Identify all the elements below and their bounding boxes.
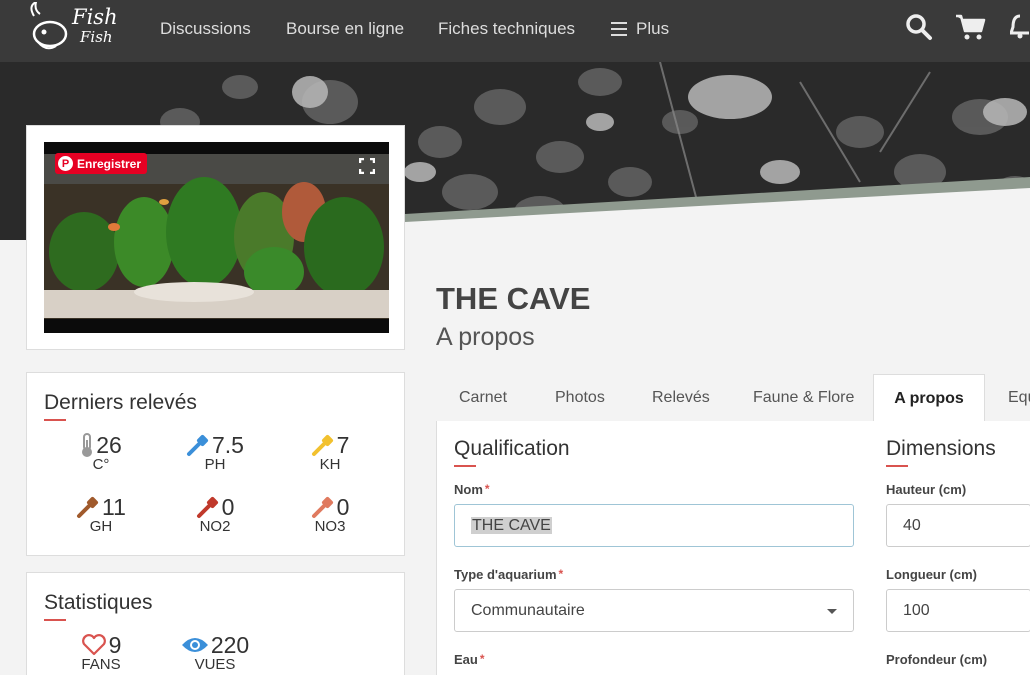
- type-label: Type d'aquarium *: [454, 567, 564, 582]
- search-icon[interactable]: [905, 13, 933, 41]
- nom-label: Nom *: [454, 482, 490, 497]
- page-subtitle: A propos: [436, 323, 535, 351]
- tab-bar: Carnet Photos Relevés Faune & Flore A pr…: [436, 374, 1030, 423]
- readings-widget: Derniers relevés 26 C° 7.5 PH 7 KH 11 GH…: [26, 372, 405, 556]
- cart-icon[interactable]: [955, 13, 987, 41]
- dimensions-title: Dimensions: [886, 437, 996, 467]
- reading-label: PH: [204, 456, 226, 473]
- about-form: Qualification Dimensions Nom * THE CAVE T…: [436, 421, 1030, 675]
- pinterest-save-button[interactable]: P Enregistrer: [55, 153, 148, 174]
- stat-views[interactable]: 220 VUES: [165, 631, 265, 673]
- stat-views-label: VUES: [194, 656, 236, 673]
- menu-icon[interactable]: [611, 22, 627, 36]
- readings-title: Derniers relevés: [44, 391, 197, 421]
- top-navbar: Fish Fish Discussions Bourse en ligne Fi…: [0, 0, 1030, 62]
- reading-value: 26: [96, 431, 122, 458]
- dropper-icon: [311, 434, 333, 456]
- longueur-label: Longueur (cm): [886, 567, 977, 582]
- reading-kh[interactable]: 7 KH: [280, 431, 380, 473]
- reading-ph[interactable]: 7.5 PH: [165, 431, 265, 473]
- stat-fans[interactable]: 9 FANS: [51, 631, 151, 674]
- tab-photos[interactable]: Photos: [555, 374, 605, 422]
- dropper-icon: [77, 496, 99, 518]
- nav-link-discussions[interactable]: Discussions: [160, 19, 251, 39]
- reading-label: GH: [89, 518, 113, 535]
- nav-link-bourse[interactable]: Bourse en ligne: [286, 19, 404, 39]
- logo-text-bottom: Fish: [80, 28, 113, 46]
- longueur-value: 100: [903, 602, 930, 619]
- reading-value: 7.5: [212, 431, 244, 458]
- reading-value: 0: [221, 493, 235, 520]
- reading-label: C°: [92, 456, 110, 473]
- reading-value: 7: [336, 431, 350, 458]
- reading-gh[interactable]: 11 GH: [51, 493, 151, 535]
- reading-no2[interactable]: 0 NO2: [165, 493, 265, 535]
- stats-widget: Statistiques 9 FANS 220 VUES: [26, 572, 405, 675]
- pinterest-icon: P: [58, 156, 73, 171]
- hauteur-label: Hauteur (cm): [886, 482, 967, 497]
- aquarium-photo[interactable]: P Enregistrer: [44, 142, 389, 333]
- reading-label: KH: [319, 456, 341, 473]
- page-title: THE CAVE: [436, 281, 591, 316]
- pinterest-save-label: Enregistrer: [77, 156, 142, 171]
- bell-icon[interactable]: [1010, 13, 1030, 41]
- hauteur-value: 40: [903, 517, 921, 534]
- eye-icon: [181, 638, 208, 652]
- reading-temperature[interactable]: 26 C°: [51, 431, 151, 473]
- caret-down-icon: [827, 609, 837, 614]
- aquarium-photo-card: P Enregistrer: [26, 125, 405, 350]
- reading-value: 0: [336, 493, 350, 520]
- dropper-icon: [187, 434, 209, 456]
- nav-link-fiches[interactable]: Fiches techniques: [438, 19, 575, 39]
- hauteur-input[interactable]: 40: [886, 504, 1030, 547]
- stat-fans-value: 9: [108, 631, 122, 658]
- nom-value: THE CAVE: [471, 517, 552, 534]
- eau-label: Eau *: [454, 652, 485, 667]
- dropper-icon: [311, 496, 333, 518]
- fish-logo-icon: [30, 2, 68, 50]
- nom-input[interactable]: THE CAVE: [454, 504, 854, 547]
- heart-icon: [81, 634, 106, 656]
- reading-label: NO2: [199, 518, 231, 535]
- tab-carnet[interactable]: Carnet: [459, 374, 507, 422]
- longueur-input[interactable]: 100: [886, 589, 1030, 632]
- stat-fans-label: FANS: [81, 656, 121, 673]
- qualification-title: Qualification: [454, 437, 570, 467]
- reading-value: 11: [102, 493, 126, 520]
- nav-link-plus[interactable]: Plus: [636, 19, 669, 39]
- type-aquarium-value: Communautaire: [471, 602, 585, 619]
- tab-releves[interactable]: Relevés: [652, 374, 710, 422]
- type-aquarium-select[interactable]: Communautaire: [454, 589, 854, 632]
- profondeur-label: Profondeur (cm): [886, 652, 988, 667]
- site-logo[interactable]: Fish Fish: [24, 2, 124, 56]
- thermometer-icon: [82, 433, 93, 457]
- stat-views-value: 220: [210, 631, 250, 658]
- tab-a-propos[interactable]: A propos: [873, 374, 985, 423]
- dropper-icon: [196, 496, 218, 518]
- stats-title: Statistiques: [44, 591, 153, 621]
- logo-text-top: Fish: [72, 5, 118, 29]
- reading-no3[interactable]: 0 NO3: [280, 493, 380, 535]
- tab-equipement[interactable]: Equ: [1008, 374, 1030, 422]
- tab-faune-flore[interactable]: Faune & Flore: [753, 374, 854, 422]
- reading-label: NO3: [314, 518, 346, 535]
- fullscreen-icon[interactable]: [359, 158, 375, 174]
